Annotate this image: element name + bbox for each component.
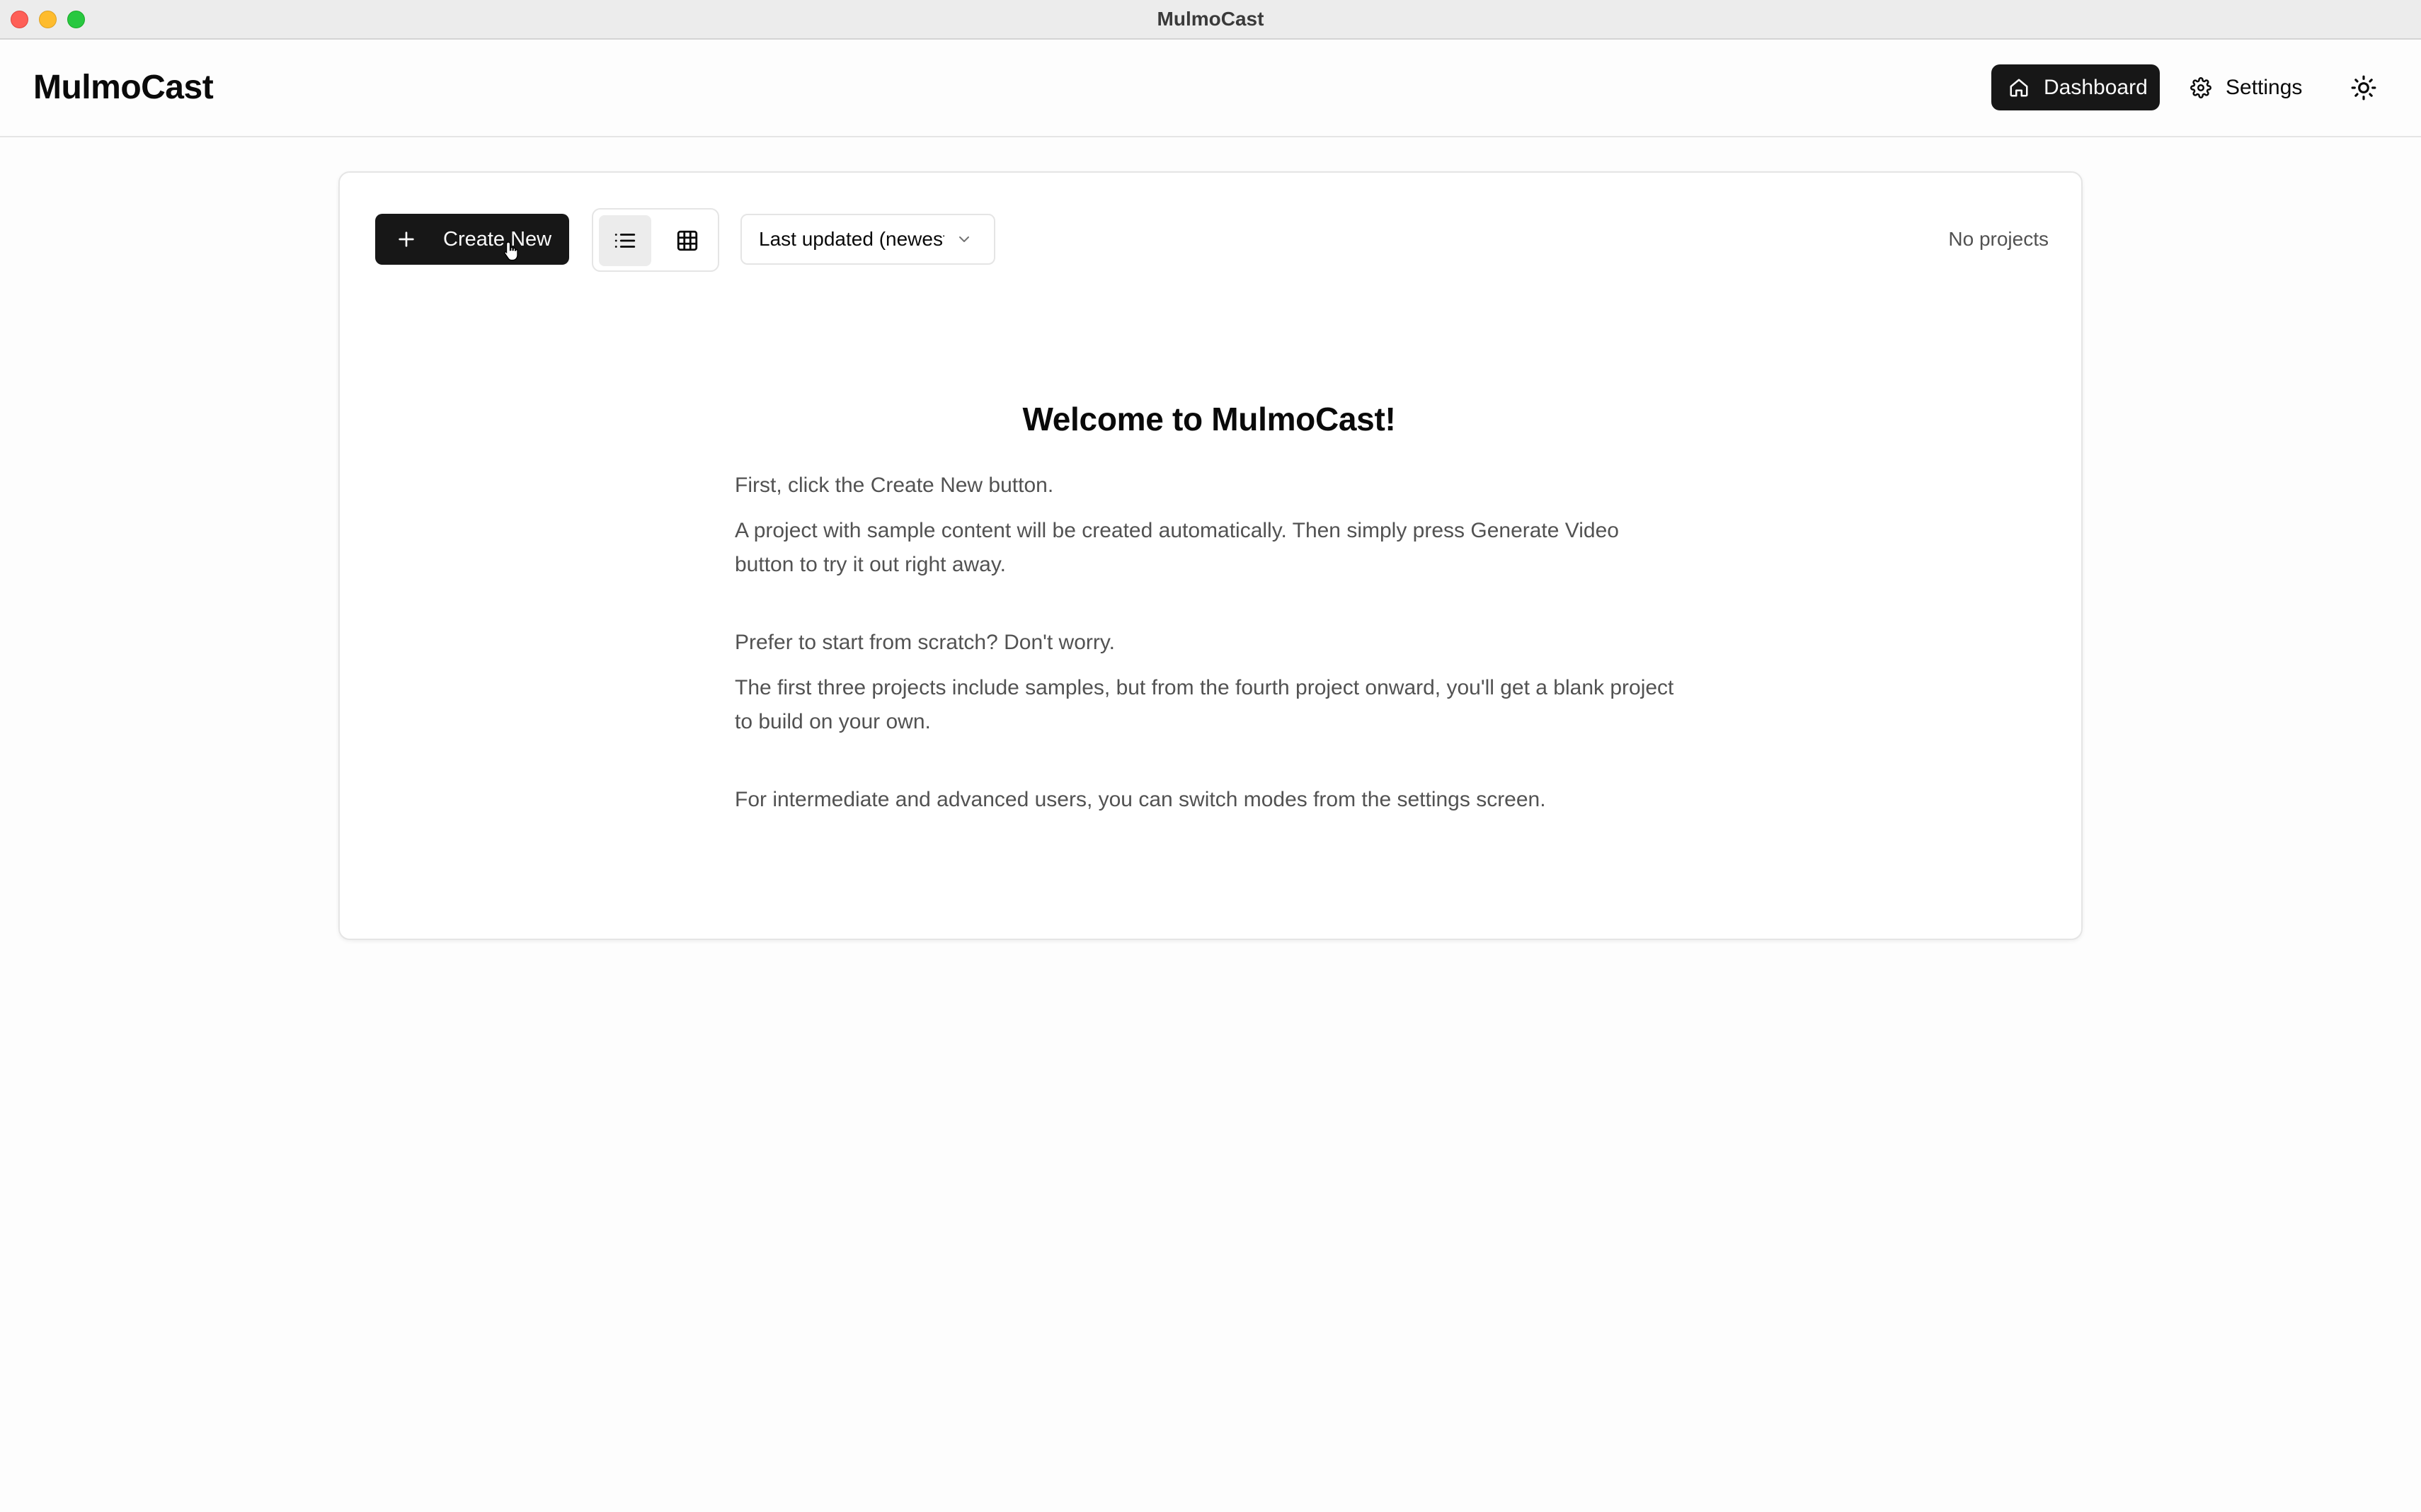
window-title: MulmoCast <box>1157 8 1264 30</box>
sort-select[interactable]: Last updated (newest first) <box>740 214 995 265</box>
gear-icon <box>2190 76 2211 98</box>
project-count: No projects <box>1948 228 2049 250</box>
window-titlebar: MulmoCast <box>0 0 2421 40</box>
welcome-step-2: A project with sample content will be cr… <box>735 519 1619 576</box>
nav-dashboard-button[interactable]: Dashboard <box>1991 64 2160 110</box>
create-new-label: Create New <box>443 227 552 251</box>
sun-icon <box>2350 74 2377 101</box>
sort-select-value: Last updated (newest first) <box>759 228 944 250</box>
welcome-section: Welcome to MulmoCast! First, click the C… <box>735 399 1683 817</box>
welcome-advanced-text: For intermediate and advanced users, you… <box>735 788 1546 811</box>
pointer-cursor-icon <box>503 241 521 263</box>
app-header: MulmoCast Dashboard Settings <box>0 40 2421 137</box>
nav-settings-button[interactable]: Settings <box>2180 64 2357 110</box>
welcome-step-1: First, click the Create New button. <box>735 474 1054 497</box>
chevron-down-icon <box>956 231 973 248</box>
create-new-button[interactable]: Create New <box>375 214 569 265</box>
grid-view-button[interactable] <box>661 215 714 266</box>
list-view-button[interactable] <box>599 215 651 266</box>
nav-settings-label: Settings <box>2226 75 2303 99</box>
list-icon <box>613 229 637 253</box>
app-logo[interactable]: MulmoCast <box>33 68 214 107</box>
theme-toggle-button[interactable] <box>2340 64 2386 110</box>
welcome-scratch-heading: Prefer to start from scratch? Don't worr… <box>735 631 1115 654</box>
nav-dashboard-label: Dashboard <box>2044 75 2148 99</box>
welcome-scratch-text: The first three projects include samples… <box>735 676 1674 733</box>
grid-icon <box>675 229 699 253</box>
plus-icon <box>395 228 418 251</box>
view-mode-toggle <box>592 208 719 272</box>
welcome-title: Welcome to MulmoCast! <box>1022 401 1396 437</box>
projects-card: Create New Last updated (newest No proje… <box>338 171 2083 940</box>
home-icon <box>2008 77 2030 98</box>
